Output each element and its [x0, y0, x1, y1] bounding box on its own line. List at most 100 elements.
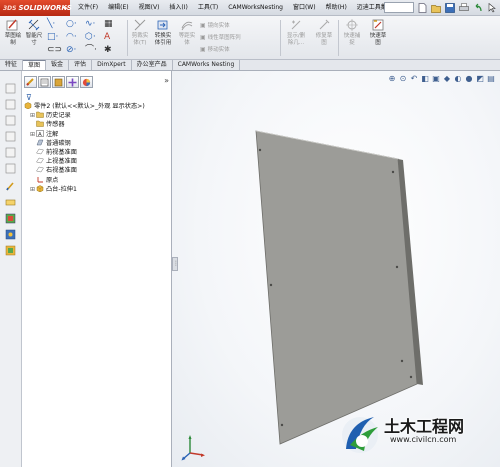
tab-office-products[interactable]: 办公室产品: [132, 60, 173, 70]
move-entities-button[interactable]: 移动实体: [200, 45, 230, 53]
watermark: 土木工程网 www.civilcn.com: [340, 408, 500, 467]
shortcut-icon[interactable]: [5, 163, 16, 174]
tab-camworks-nesting[interactable]: CAMWorks Nesting: [173, 60, 241, 70]
tab-dimxpert[interactable]: DimXpert: [92, 60, 132, 70]
tree-item-top-plane[interactable]: 上视基准面: [24, 157, 172, 166]
new-document-icon[interactable]: [416, 2, 428, 14]
tree-item-material[interactable]: 普通碳钢: [24, 139, 172, 148]
solidworks-logo[interactable]: 3DS SOLIDWORKS ▸: [0, 0, 72, 16]
slot-tool-icon[interactable]: ⊂⊃: [47, 44, 65, 57]
repair-sketch-icon: [319, 19, 330, 30]
search-input[interactable]: [384, 2, 414, 13]
repair-sketch-button[interactable]: 修复草 图: [312, 18, 336, 47]
color-palette-icon[interactable]: [5, 213, 16, 224]
ruler-icon[interactable]: [5, 197, 16, 208]
polygon-tool-icon[interactable]: ⬡·: [85, 31, 103, 44]
display-manager-tab-icon[interactable]: [80, 76, 93, 88]
appearance-icon[interactable]: [5, 229, 16, 240]
save-icon[interactable]: [444, 2, 456, 14]
dimxpert-tab-icon[interactable]: [66, 76, 79, 88]
shortcut-icon[interactable]: [5, 147, 16, 158]
trim-entities-button[interactable]: 剪裁实 体(T): [129, 18, 151, 47]
part-front-face[interactable]: [255, 130, 418, 445]
expand-panel-icon[interactable]: »: [164, 76, 169, 85]
watermark-url: www.civilcn.com: [390, 435, 457, 444]
logo-menu-arrow-icon[interactable]: ▸: [64, 0, 68, 16]
line-tool-icon[interactable]: ╲·: [47, 18, 65, 31]
menu-edit[interactable]: 编辑(E): [103, 0, 133, 16]
tree-item-label: 注解: [46, 130, 59, 138]
tree-item-origin[interactable]: 原点: [24, 176, 172, 185]
repair-sketch-label: 修复草 图: [315, 33, 333, 46]
configuration-manager-tab-icon[interactable]: [52, 76, 65, 88]
tree-item-boss-extrude[interactable]: ⊞ 凸台-拉伸1: [24, 184, 172, 194]
tab-sketch[interactable]: 草图: [23, 60, 47, 70]
convert-entities-button[interactable]: 转换实 体引用: [151, 18, 175, 47]
filter-icon[interactable]: ⊽: [26, 93, 32, 102]
menu-help[interactable]: 帮助(H): [321, 0, 352, 16]
part-hole: [409, 375, 413, 379]
watermark-title: 土木工程网: [384, 417, 465, 436]
shortcut-icon[interactable]: [5, 115, 16, 126]
offset-entities-button[interactable]: 等距实 体: [176, 18, 198, 47]
shortcut-icon[interactable]: [5, 131, 16, 142]
menu-insert[interactable]: 插入(I): [164, 0, 192, 16]
reference-triad-icon: [181, 435, 205, 461]
separator: [280, 20, 281, 56]
linear-pattern-button[interactable]: 线性草图阵列: [200, 33, 241, 41]
tree-item-annotations[interactable]: ⊞ A 注解: [24, 129, 172, 139]
property-manager-tab-icon[interactable]: [38, 76, 51, 88]
tab-evaluate[interactable]: 评估: [69, 60, 93, 70]
quick-snaps-button[interactable]: 快速捕 捉: [340, 18, 364, 47]
mirror-entities-button[interactable]: 镜向实体: [200, 21, 230, 29]
ellipse-tool-icon[interactable]: ⊘·: [66, 44, 84, 57]
feature-tree-tab-icon[interactable]: [24, 76, 37, 88]
shortcut-icon[interactable]: [5, 99, 16, 110]
command-manager-tabs: 特征 草图 钣金 评估 DimXpert 办公室产品 CAMWorks Nest…: [0, 60, 500, 71]
tree-item-front-plane[interactable]: 前视基准面: [24, 148, 172, 157]
sketch-button[interactable]: 草图绘 制: [2, 18, 24, 47]
fillet-tool-icon[interactable]: ⌒·: [85, 44, 103, 57]
print-icon[interactable]: [458, 2, 470, 14]
offset-icon: [181, 21, 193, 31]
tree-item-label: 前视基准面: [46, 148, 77, 156]
menu-camworks-nesting[interactable]: CAMWorksNesting: [223, 0, 288, 16]
plane-icon: [36, 157, 44, 164]
history-folder-icon: [36, 111, 44, 118]
plane-icon: [36, 167, 44, 173]
menu-view[interactable]: 视图(V): [134, 0, 165, 16]
menu-window[interactable]: 窗口(W): [288, 0, 321, 16]
tree-item-label: 凸台-拉伸1: [46, 185, 77, 193]
rapid-sketch-button[interactable]: 快速草 图: [366, 18, 390, 47]
rectangle-tool-icon[interactable]: □·: [47, 31, 65, 44]
undo-icon[interactable]: [472, 2, 484, 14]
part-hole: [391, 170, 395, 174]
tree-root-label: 零件2 (默认<<默认>_外观 显示状态>): [34, 103, 145, 110]
point-tool-icon[interactable]: ✱: [104, 44, 122, 57]
tree-item-sensors[interactable]: 传感器: [24, 120, 172, 129]
menu-tools[interactable]: 工具(T): [193, 0, 223, 16]
show-relations-button[interactable]: 显示/删 除几...: [282, 18, 310, 47]
tab-sheet-metal[interactable]: 钣金: [46, 60, 70, 70]
circle-tool-icon[interactable]: ○·: [66, 18, 84, 31]
edit-sketch-icon[interactable]: [5, 181, 16, 192]
arc-tool-icon[interactable]: ◠·: [66, 31, 84, 44]
plane-icon: [36, 148, 44, 155]
open-folder-icon[interactable]: [430, 2, 442, 14]
tree-item-right-plane[interactable]: 右视基准面: [24, 166, 172, 175]
shortcut-icon[interactable]: [5, 83, 16, 94]
convert-entities-label: 转换实 体引用: [154, 33, 172, 46]
part-hole: [400, 359, 404, 363]
feature-manager-tabs: [22, 76, 172, 89]
select-arrow-icon[interactable]: [486, 2, 498, 14]
tree-item-history[interactable]: ⊞ 历史记录: [24, 111, 172, 120]
spline-tool-icon[interactable]: ∿·: [85, 18, 103, 31]
trim-label: 剪裁实 体(T): [131, 33, 149, 46]
grid-tool-icon[interactable]: ▦: [104, 18, 122, 31]
tab-features[interactable]: 特征: [0, 60, 24, 70]
text-tool-icon[interactable]: A: [104, 31, 122, 44]
menu-file[interactable]: 文件(F): [73, 0, 103, 16]
smart-dimension-button[interactable]: 智能尺 寸: [23, 18, 45, 47]
scene-icon[interactable]: [5, 245, 16, 256]
tree-root-part[interactable]: 零件2 (默认<<默认>_外观 显示状态>): [24, 102, 172, 111]
